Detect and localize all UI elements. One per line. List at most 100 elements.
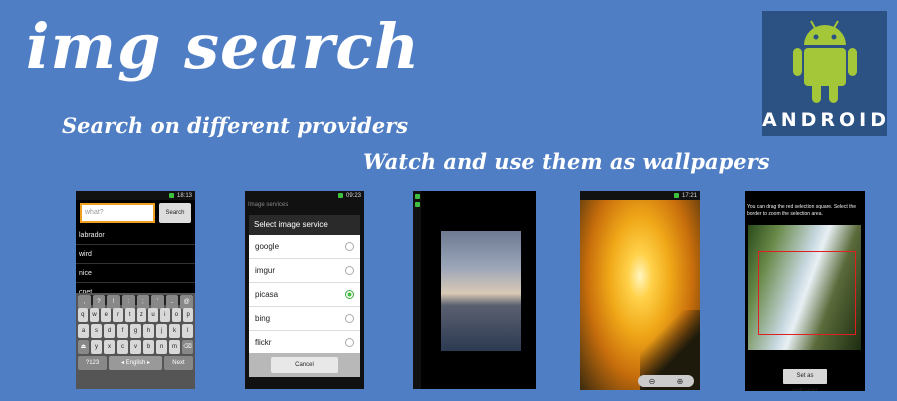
cancel-button[interactable]: Cancel — [271, 357, 338, 373]
status-bar-vertical — [413, 191, 421, 389]
keyboard-row-1: q w e r t z u i o p — [78, 308, 194, 322]
history-item[interactable]: wird — [76, 245, 195, 264]
android-robot-icon — [793, 20, 857, 103]
key[interactable]: j — [156, 324, 167, 338]
android-logo-text: ANDROID — [762, 109, 891, 131]
keyboard-row-3: ⏏ y x c v b n m ⌫ — [78, 340, 193, 354]
history-item[interactable]: nice — [76, 264, 195, 283]
keyboard-row-2: a s d f g h j k l — [78, 324, 193, 338]
status-bar: 18:13 — [76, 191, 195, 200]
keyboard-row-4: ?123 ◂ English ▸ Next — [78, 356, 194, 370]
key[interactable]: g — [130, 324, 141, 338]
set-wallpaper-button[interactable]: Set as wallpaper — [783, 369, 827, 391]
search-button[interactable]: Search — [159, 203, 191, 223]
suggestion-key[interactable]: ! — [107, 295, 120, 309]
key[interactable]: r — [113, 308, 123, 322]
space-key[interactable]: ◂ English ▸ — [109, 356, 162, 370]
zoom-out-icon[interactable]: ⊖ — [649, 377, 656, 386]
key[interactable]: c — [117, 340, 128, 354]
crop-instructions: You can drag the red selection square. S… — [747, 204, 857, 217]
key[interactable]: z — [136, 308, 147, 322]
key[interactable]: y — [91, 340, 102, 354]
tagline-wallpapers: Watch and use them as wallpapers — [363, 149, 770, 174]
suggestion-key[interactable]: ; — [136, 295, 150, 309]
radio-icon[interactable] — [345, 314, 354, 323]
key[interactable]: w — [89, 308, 100, 322]
key[interactable]: l — [182, 324, 193, 338]
key[interactable]: x — [104, 340, 115, 354]
crop-selection[interactable] — [758, 251, 856, 335]
dialog-title: Select image service — [249, 215, 360, 235]
key[interactable]: f — [117, 324, 128, 338]
key[interactable]: k — [169, 324, 180, 338]
android-logo: ANDROID — [762, 11, 887, 136]
key[interactable]: q — [78, 308, 88, 322]
key[interactable]: u — [148, 308, 158, 322]
tagline-search: Search on different providers — [62, 113, 409, 138]
screenshot-service-select: 09:23 Image services Select image servic… — [245, 191, 364, 389]
screenshot-crop-wallpaper: You can drag the red selection square. S… — [745, 191, 865, 391]
screenshot-image-zoom: 17:21 ⊖ ⊕ — [580, 191, 700, 390]
key[interactable]: d — [104, 324, 115, 338]
radio-selected-icon[interactable] — [345, 290, 354, 299]
status-bar: 17:21 — [580, 191, 700, 200]
key[interactable]: p — [183, 308, 194, 322]
battery-icon — [414, 202, 420, 207]
suggestion-key[interactable]: : — [121, 295, 135, 309]
keyboard-suggestion-row: , ? ! : ; ' .. @ — [78, 295, 193, 309]
screenshot-search: 18:13 what? Search labrador wird nice cn… — [76, 191, 195, 389]
key[interactable]: m — [169, 340, 180, 354]
key[interactable]: s — [91, 324, 102, 338]
search-input[interactable]: what? — [80, 203, 155, 223]
signal-icon — [414, 194, 420, 199]
status-time: 17:21 — [681, 192, 697, 199]
service-option-bing[interactable]: bing — [249, 307, 360, 331]
symbols-key[interactable]: ?123 — [78, 356, 108, 370]
key[interactable]: h — [143, 324, 154, 338]
option-label: flickr — [255, 338, 272, 347]
status-bar: 09:23 — [245, 191, 364, 200]
option-label: picasa — [255, 290, 279, 299]
result-image[interactable] — [441, 231, 521, 351]
key[interactable]: o — [171, 308, 182, 322]
service-option-imgur[interactable]: imgur — [249, 259, 360, 283]
status-time: 09:23 — [345, 192, 361, 199]
signal-icon — [337, 193, 343, 198]
service-dialog: Select image service google imgur picasa… — [249, 215, 360, 377]
key[interactable]: a — [78, 324, 89, 338]
app-title: img search — [26, 10, 421, 83]
search-history-list: labrador wird nice cnet — [76, 226, 195, 302]
signal-icon — [673, 193, 679, 198]
suggestion-key[interactable]: , — [78, 295, 91, 309]
screen-header: Image services — [248, 202, 289, 208]
radio-icon[interactable] — [345, 266, 354, 275]
signal-icon — [168, 193, 174, 198]
service-option-google[interactable]: google — [249, 235, 360, 259]
zoom-controls: ⊖ ⊕ — [638, 375, 694, 387]
zoom-in-icon[interactable]: ⊕ — [677, 377, 684, 386]
option-label: bing — [255, 314, 271, 323]
suggestion-key[interactable]: .. — [165, 295, 179, 309]
radio-icon[interactable] — [345, 338, 354, 347]
option-label: google — [255, 242, 280, 251]
suggestion-key[interactable]: ? — [92, 295, 106, 309]
sunset-image[interactable] — [580, 200, 700, 390]
key[interactable]: b — [143, 340, 154, 354]
shift-key[interactable]: ⏏ — [78, 340, 89, 354]
service-option-flickr[interactable]: flickr — [249, 331, 360, 355]
key[interactable]: i — [159, 308, 170, 322]
key[interactable]: e — [101, 308, 112, 322]
suggestion-key[interactable]: ' — [151, 295, 164, 309]
next-key[interactable]: Next — [163, 356, 194, 370]
waterfall-image — [748, 225, 861, 350]
backspace-key[interactable]: ⌫ — [182, 340, 193, 354]
key[interactable]: v — [130, 340, 141, 354]
radio-icon[interactable] — [345, 242, 354, 251]
service-option-picasa[interactable]: picasa — [249, 283, 360, 307]
status-time: 18:13 — [176, 192, 192, 199]
suggestion-key[interactable]: @ — [180, 295, 193, 309]
dialog-footer: Cancel — [249, 353, 360, 377]
key[interactable]: t — [124, 308, 135, 322]
history-item[interactable]: labrador — [76, 226, 195, 245]
key[interactable]: n — [156, 340, 167, 354]
